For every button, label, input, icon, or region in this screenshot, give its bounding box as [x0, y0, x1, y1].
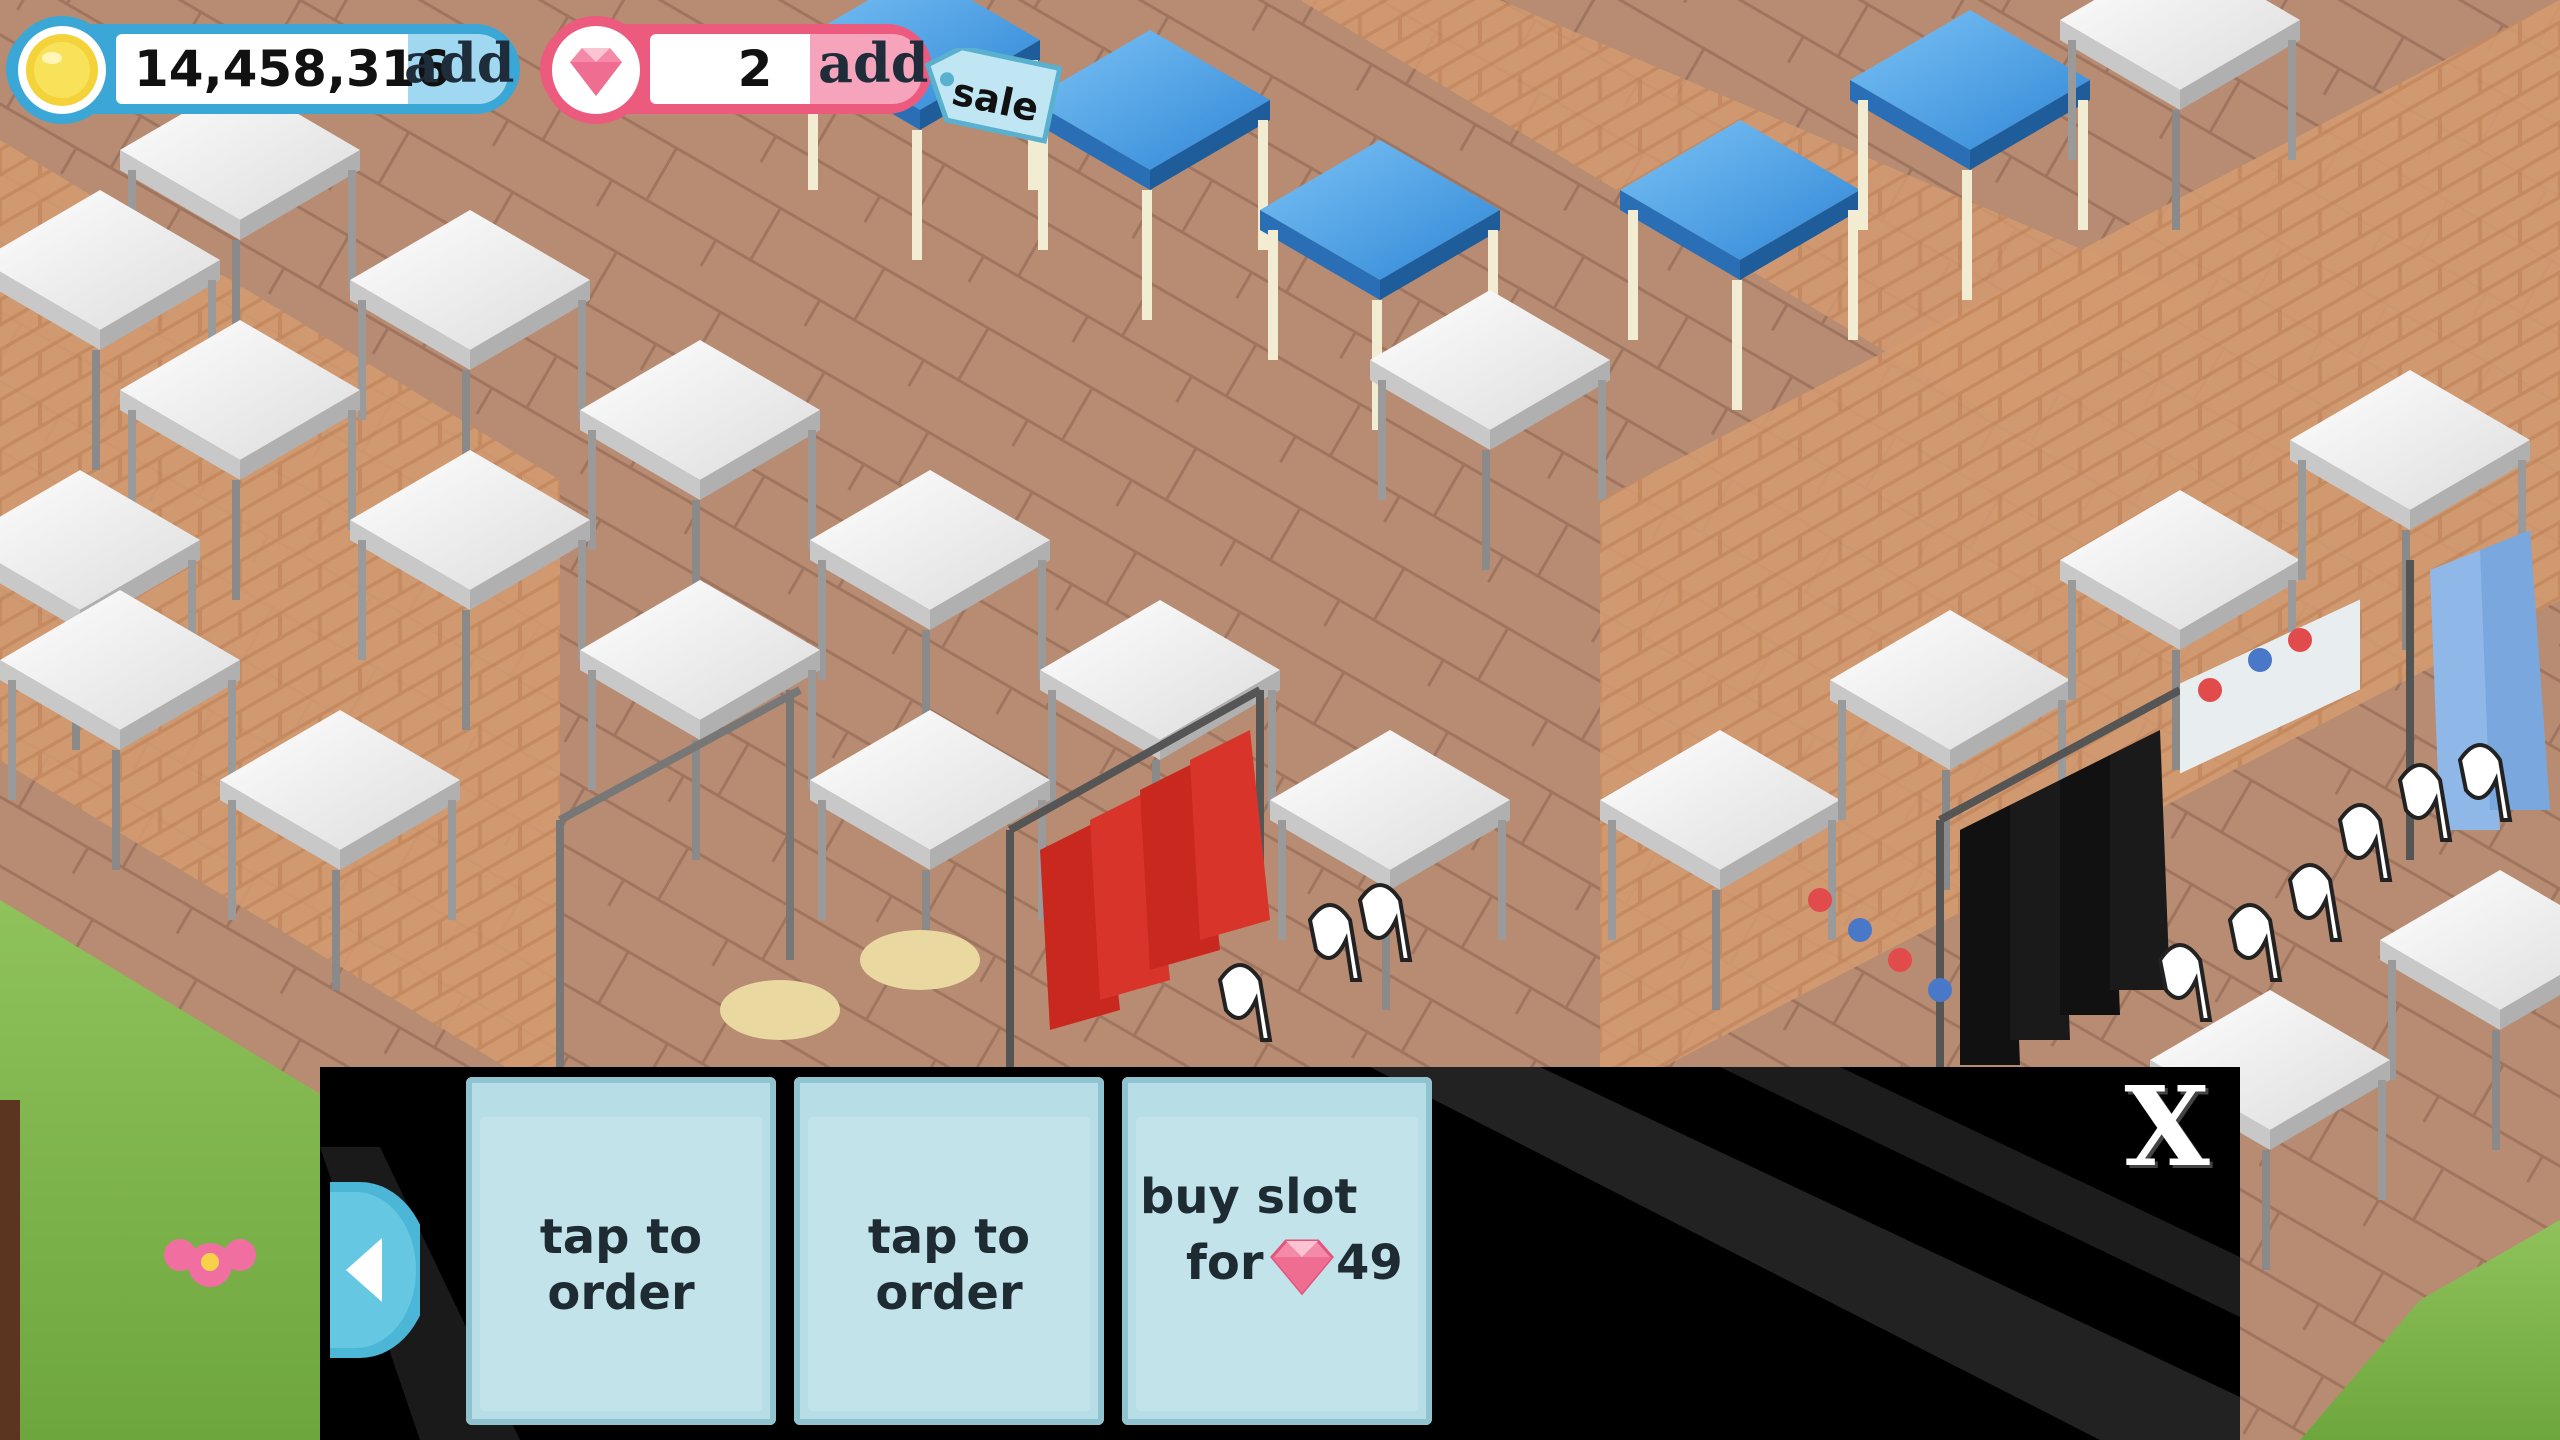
order-slot-1[interactable]: tap to order: [466, 1077, 776, 1425]
buy-slot-button[interactable]: buy slot for 49: [1122, 1077, 1432, 1425]
buy-slot-price: 49: [1336, 1235, 1403, 1291]
order-slot-2[interactable]: tap to order: [794, 1077, 1104, 1425]
gem-balance-bar: 2 add: [540, 16, 932, 124]
order-slot-1-label: tap to order: [539, 1209, 703, 1321]
add-coins-button[interactable]: add: [404, 28, 515, 98]
gold-coin-icon: [8, 16, 116, 124]
diamond-gem-icon: [542, 16, 650, 124]
order-slot-2-label: tap to order: [867, 1209, 1031, 1321]
previous-page-button[interactable]: [320, 1182, 420, 1358]
diamond-gem-icon: [1270, 1239, 1334, 1296]
coin-amount: 14,458,316: [134, 40, 451, 98]
buy-slot-label: buy slot: [1140, 1169, 1358, 1225]
buy-slot-for-label: for: [1186, 1235, 1264, 1291]
coin-balance-bar: 14,458,316 add: [6, 16, 520, 124]
close-panel-button[interactable]: X: [2112, 1072, 2222, 1182]
